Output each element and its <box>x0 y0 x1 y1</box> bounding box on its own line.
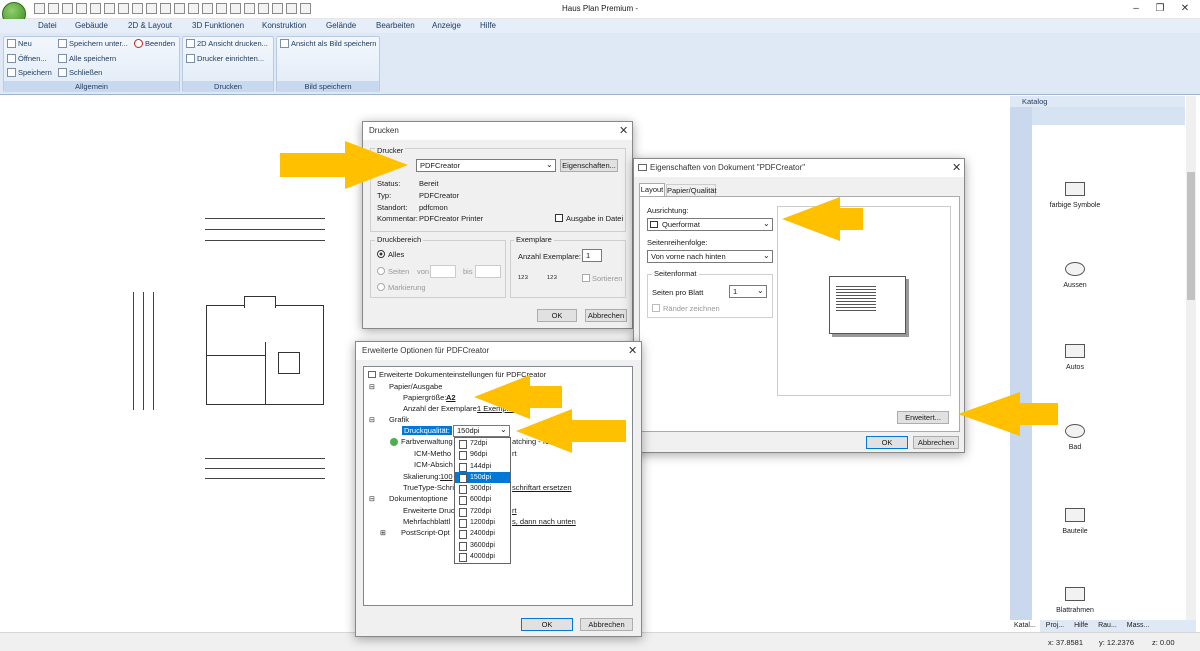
arrow-paper-size <box>474 375 562 419</box>
arrow-printer <box>280 141 408 189</box>
arrow-orientation <box>782 197 863 241</box>
annotation-arrows <box>280 141 1058 453</box>
arrow-advanced <box>958 392 1058 436</box>
arrow-print-quality <box>516 409 626 453</box>
